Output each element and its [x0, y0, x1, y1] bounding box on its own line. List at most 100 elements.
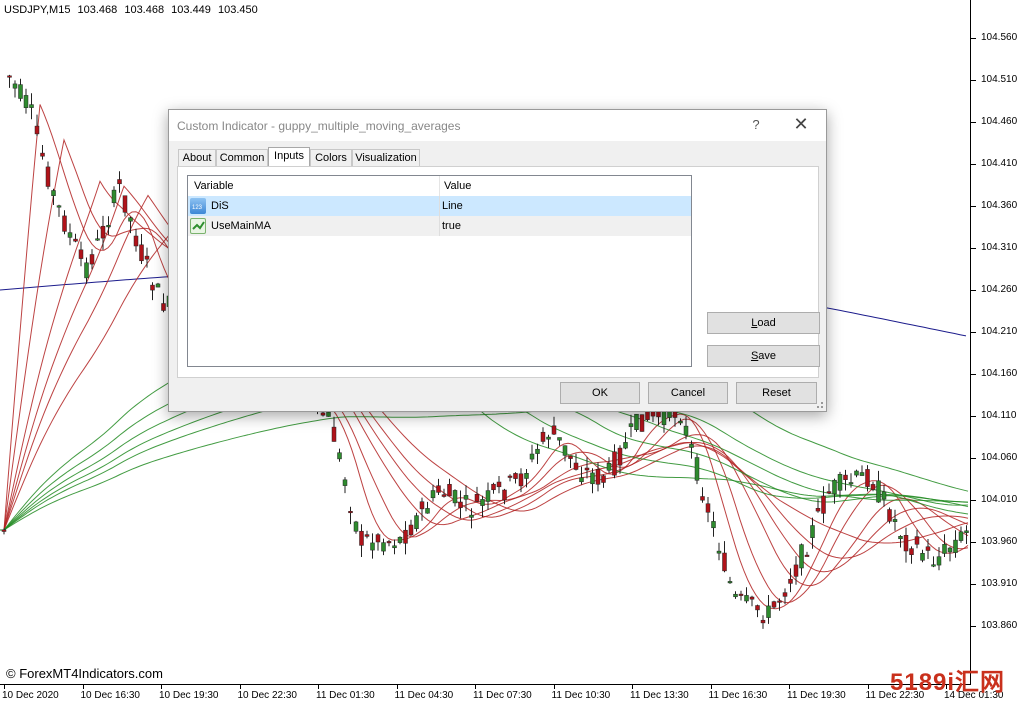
variable-value[interactable]: true — [442, 220, 461, 232]
symbol-label: USDJPY,M15 — [4, 4, 71, 16]
custom-indicator-dialog: Custom Indicator - guppy_multiple_moving… — [168, 109, 827, 412]
candle-body — [837, 474, 843, 491]
tab-colors[interactable]: Colors — [310, 149, 352, 166]
resize-grip-icon[interactable] — [816, 401, 824, 409]
candle-body — [100, 225, 106, 239]
candle-body — [760, 619, 766, 624]
inputs-table: Variable Value 123 DiS Line UseMainMA tr… — [187, 175, 692, 367]
variable-value[interactable]: Line — [442, 200, 463, 212]
bool-icon — [190, 218, 206, 234]
price-label: 103.960 — [981, 536, 1018, 547]
candle-body — [859, 472, 865, 476]
candle-body — [854, 470, 859, 476]
price-label: 103.860 — [981, 620, 1018, 631]
candle-body — [40, 152, 45, 157]
candle-body — [925, 546, 931, 551]
candle-body — [810, 525, 815, 538]
ohlc-high: 103.468 — [124, 4, 165, 16]
candle-body — [683, 425, 689, 436]
tab-visualization[interactable]: Visualization — [352, 149, 420, 166]
help-button[interactable]: ? — [748, 117, 764, 132]
candle-body — [485, 490, 491, 502]
candle-body — [111, 189, 117, 204]
tab-about[interactable]: About — [178, 149, 216, 166]
candle-body — [469, 514, 474, 518]
candle-body — [62, 215, 67, 232]
table-row[interactable]: UseMainMA true — [188, 216, 691, 236]
candle-body — [579, 477, 584, 483]
candle-body — [738, 593, 744, 596]
time-label: 10 Dec 22:30 — [237, 690, 298, 701]
dialog-title: Custom Indicator - guppy_multiple_moving… — [177, 119, 461, 133]
candle-body — [144, 255, 150, 260]
candle-body — [623, 442, 628, 449]
candle-body — [947, 547, 953, 553]
candle-body — [700, 496, 705, 501]
cancel-button[interactable]: Cancel — [648, 382, 728, 404]
candle-body — [480, 499, 485, 506]
candle-body — [496, 481, 502, 488]
price-tick — [971, 584, 976, 585]
time-tick — [553, 685, 555, 689]
price-tick — [971, 416, 976, 417]
price-tick — [971, 374, 976, 375]
candle-body — [491, 483, 496, 491]
candle-body — [788, 578, 793, 584]
close-button[interactable]: ✕ — [793, 114, 809, 135]
candle-body — [507, 475, 513, 478]
candle-body — [909, 548, 914, 555]
price-label: 104.010 — [981, 494, 1018, 505]
candle-body — [155, 283, 161, 288]
time-tick — [396, 685, 398, 689]
column-divider[interactable] — [439, 176, 440, 196]
tab-common[interactable]: Common — [216, 149, 268, 166]
table-row[interactable]: 123 DiS Line — [188, 196, 691, 216]
candle-body — [430, 490, 436, 499]
candle-body — [793, 564, 799, 577]
candle-body — [359, 530, 364, 546]
time-tick — [4, 685, 5, 689]
price-tick — [971, 80, 976, 81]
price-tick — [971, 626, 976, 627]
price-label: 104.410 — [981, 158, 1018, 169]
column-header-variable[interactable]: Variable — [194, 180, 234, 192]
time-tick — [239, 685, 241, 689]
candle-body — [122, 195, 128, 213]
candle-body — [903, 535, 909, 552]
candle-body — [452, 490, 458, 504]
price-tick — [971, 164, 976, 165]
time-tick — [82, 685, 84, 689]
candle-body — [56, 205, 62, 208]
candle-body — [821, 495, 826, 514]
candle-body — [705, 503, 711, 513]
load-button[interactable]: Load — [707, 312, 820, 334]
candle-body — [95, 238, 100, 241]
candle-body — [573, 462, 579, 470]
price-label: 103.910 — [981, 578, 1018, 589]
ok-button[interactable]: OK — [560, 382, 640, 404]
candle-body — [518, 473, 524, 487]
candle-body — [436, 485, 441, 493]
price-tick — [971, 290, 976, 291]
reset-button[interactable]: Reset — [736, 382, 817, 404]
candle-body — [881, 491, 887, 500]
price-tick — [971, 542, 976, 543]
price-label: 104.510 — [981, 74, 1018, 85]
time-label: 11 Dec 16:30 — [708, 690, 768, 701]
time-label: 10 Dec 2020 — [2, 690, 59, 701]
column-header-value[interactable]: Value — [444, 180, 471, 192]
table-header: Variable Value — [188, 176, 691, 197]
candle-body — [342, 479, 348, 486]
ohlc-low: 103.449 — [171, 4, 211, 16]
candle-body — [403, 529, 408, 544]
price-label: 104.060 — [981, 452, 1018, 463]
candle-body — [1, 529, 7, 532]
tab-inputs[interactable]: Inputs — [268, 147, 310, 167]
candle-body — [73, 238, 78, 242]
dialog-titlebar[interactable]: Custom Indicator - guppy_multiple_moving… — [169, 110, 826, 141]
candle-body — [568, 455, 573, 459]
candle-body — [771, 601, 777, 608]
save-button[interactable]: Save — [707, 345, 820, 367]
candle-body — [628, 423, 634, 427]
price-tick — [971, 332, 976, 333]
